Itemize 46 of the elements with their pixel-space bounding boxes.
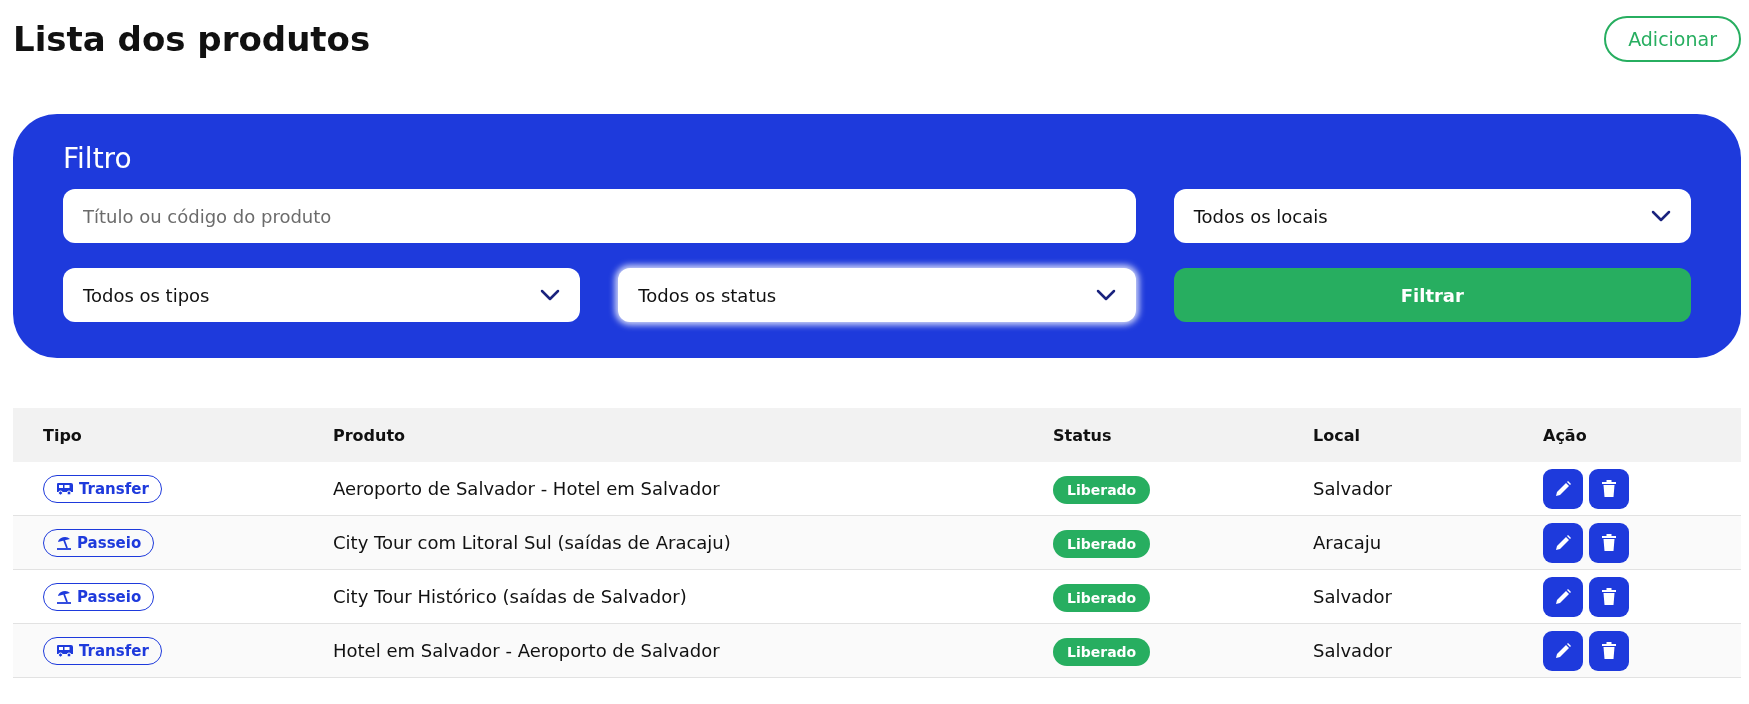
edit-button[interactable] [1543,468,1583,509]
pencil-icon [1554,641,1572,660]
pencil-icon [1554,587,1572,606]
delete-button[interactable] [1589,630,1629,671]
type-select[interactable]: Todos os tipos [63,268,581,322]
bus-icon [56,643,74,658]
column-header: Local [1313,425,1361,445]
status-badge: Liberado [1053,530,1151,558]
edit-button[interactable] [1543,630,1583,671]
trash-icon [1601,587,1617,606]
edit-button[interactable] [1543,522,1583,563]
product-name: Aeroporto de Salvador - Hotel em Salvador [333,478,721,499]
status-select[interactable]: Todos os status [618,268,1136,322]
chevron-down-icon [1651,210,1671,222]
delete-button[interactable] [1589,522,1629,563]
search-field[interactable]: Título ou código do produto [63,189,1136,243]
location-select[interactable]: Todos os locais [1173,189,1691,243]
filter-title: Filtro [63,142,133,175]
column-header: Produto [333,425,407,445]
bus-icon [56,481,74,496]
page-title: Lista dos produtos [13,19,371,59]
product-name: City Tour com Litoral Sul (saídas de Aracaju) [333,532,732,553]
chevron-down-icon [1095,289,1116,301]
status-badge: Liberado [1053,584,1151,612]
pencil-icon [1554,479,1572,498]
status-badge: Liberado [1053,476,1151,504]
trash-icon [1601,479,1617,498]
column-header: Status [1053,425,1113,445]
chevron-down-icon [540,289,561,301]
product-name: City Tour Histórico (saídas de Salvador) [333,586,688,607]
location-text: Salvador [1313,478,1393,499]
edit-button[interactable] [1543,576,1583,617]
location-text: Salvador [1313,640,1393,661]
product-name: Hotel em Salvador - Aeroporto de Salvador [333,640,721,661]
pencil-icon [1554,533,1572,552]
beach-umbrella-icon [56,588,72,605]
location-text: Aracaju [1313,532,1383,553]
trash-icon [1601,533,1617,552]
column-header: Ação [1543,425,1588,445]
location-text: Salvador [1313,586,1393,607]
beach-umbrella-icon [56,534,72,551]
column-header: Tipo [43,425,83,445]
delete-button[interactable] [1589,576,1629,617]
delete-button[interactable] [1589,468,1629,509]
trash-icon [1601,641,1617,660]
status-badge: Liberado [1053,638,1151,666]
